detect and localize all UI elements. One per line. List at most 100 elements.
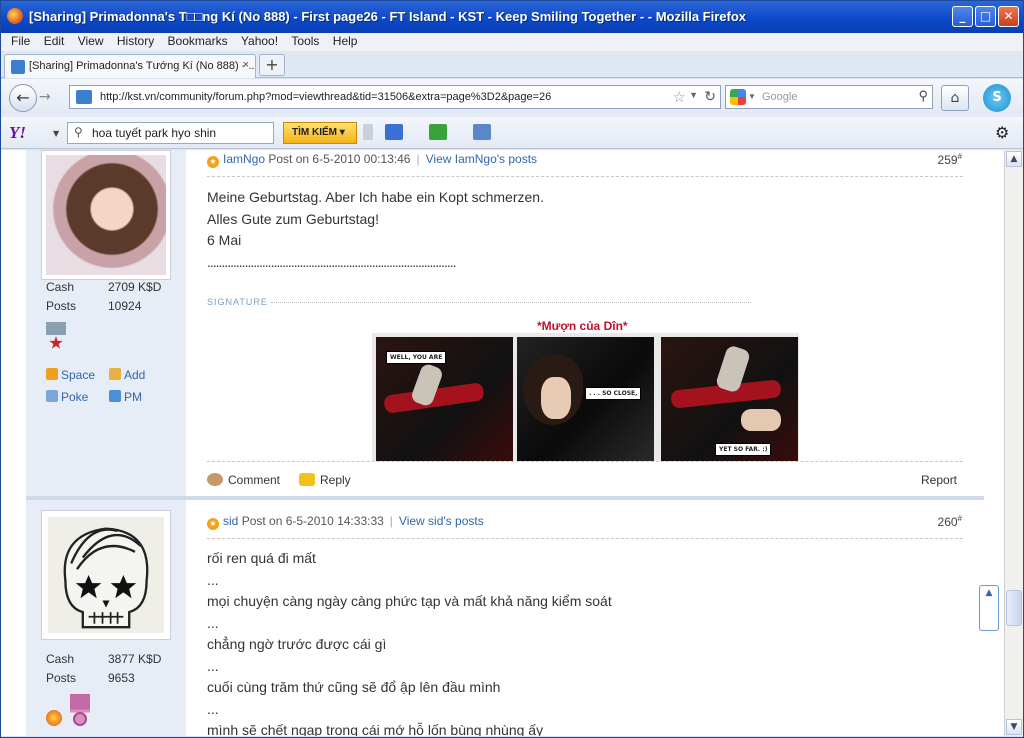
hand-shape bbox=[741, 409, 781, 431]
posts-stat: Posts 10924 bbox=[46, 299, 141, 313]
yahoo-search-input[interactable]: ⚲ hoa tuyết park hyo shin bbox=[67, 122, 274, 144]
search-placeholder: Google bbox=[762, 91, 798, 103]
tab-close-icon[interactable]: × bbox=[243, 59, 249, 71]
menu-view[interactable]: View bbox=[78, 33, 104, 48]
tab-bar: [Sharing] Primadonna's Tướng Kí (No 888)… bbox=[1, 51, 1023, 78]
menu-history[interactable]: History bbox=[117, 33, 154, 48]
close-button[interactable]: ✕ bbox=[998, 6, 1019, 27]
message-line: ... bbox=[207, 657, 219, 674]
menu-tools[interactable]: Tools bbox=[291, 33, 319, 48]
signature-title: *Mượn của Dîn* bbox=[537, 319, 628, 333]
post-number[interactable]: 260# bbox=[938, 514, 962, 529]
avatar[interactable] bbox=[41, 510, 171, 640]
gear-icon[interactable]: ⚙ bbox=[995, 123, 1009, 142]
mail-icon[interactable] bbox=[385, 124, 403, 140]
search-icon[interactable]: ⚲ bbox=[918, 88, 928, 104]
post-message: Meine Geburtstag. Aber Ich habe ein Kopt… bbox=[207, 187, 544, 273]
search-icon: ⚲ bbox=[74, 125, 83, 139]
search-engine-box[interactable]: ▼ Google ⚲ bbox=[725, 85, 933, 109]
author-link[interactable]: sid bbox=[223, 514, 238, 528]
forward-button[interactable]: → bbox=[39, 89, 51, 105]
browser-window: [Sharing] Primadonna's T□□ng Kí (No 888)… bbox=[0, 0, 1024, 738]
scrollbar-thumb[interactable] bbox=[1006, 590, 1022, 626]
pages-icon[interactable] bbox=[473, 124, 491, 140]
comic-panel: WELL, YOU ARE bbox=[376, 337, 513, 461]
avatar[interactable] bbox=[41, 150, 171, 280]
maximize-button[interactable]: □ bbox=[975, 6, 996, 27]
author-link[interactable]: IamNgo bbox=[223, 152, 265, 166]
menu-help[interactable]: Help bbox=[333, 33, 358, 48]
view-posts-link[interactable]: View sid's posts bbox=[399, 514, 484, 528]
skype-icon[interactable]: S bbox=[983, 84, 1011, 112]
window-title: [Sharing] Primadonna's T□□ng Kí (No 888)… bbox=[29, 9, 747, 24]
yahoo-search-button[interactable]: TÌM KIẾM ▾ bbox=[283, 122, 357, 144]
yahoo-dropdown-icon[interactable]: ▼ bbox=[53, 129, 59, 138]
post-number[interactable]: 259# bbox=[938, 152, 962, 167]
yahoo-toolbar: Y! ▼ ⚲ hoa tuyết park hyo shin TÌM KIẾM … bbox=[1, 117, 1023, 149]
url-bar[interactable]: http://kst.vn/community/forum.php?mod=vi… bbox=[69, 85, 721, 109]
tab-label: [Sharing] Primadonna's Tướng Kí (No 888)… bbox=[29, 60, 256, 72]
report-link[interactable]: Report bbox=[921, 473, 957, 487]
cash-value: 2709 K$D bbox=[108, 280, 162, 294]
back-to-top-button[interactable]: ▲ bbox=[979, 585, 999, 631]
menu-bookmarks[interactable]: Bookmarks bbox=[168, 33, 228, 48]
posts-value: 9653 bbox=[108, 671, 135, 685]
medal-icon bbox=[70, 694, 90, 728]
post-header: ★ IamNgo Post on 6-5-2010 00:13:46 | View I… bbox=[207, 152, 537, 168]
medal-icon bbox=[46, 322, 66, 354]
message-line: mọi chuyện càng ngày càng phức tạp và mấ… bbox=[207, 593, 612, 609]
skull-avatar-image bbox=[48, 517, 164, 633]
menu-edit[interactable]: Edit bbox=[44, 33, 65, 48]
reload-icon[interactable]: ↻ bbox=[704, 88, 716, 105]
message-line: ... bbox=[207, 614, 219, 631]
face-shape bbox=[541, 377, 571, 419]
yahoo-search-value: hoa tuyết park hyo shin bbox=[92, 126, 217, 140]
message-line: mình sẽ chết ngạp trong cái mớ hỗ lốn bù… bbox=[207, 722, 544, 736]
message-line: ........................................… bbox=[207, 253, 457, 270]
add-friend-link[interactable]: Add bbox=[109, 368, 145, 382]
cash-value: 3877 K$D bbox=[108, 652, 162, 666]
comic-caption: YET SO FAR. :) bbox=[715, 443, 772, 456]
yahoo-logo[interactable]: Y! bbox=[9, 123, 26, 143]
bookmark-star-icon[interactable]: ☆ bbox=[673, 88, 686, 106]
online-star-icon: ★ bbox=[207, 156, 219, 168]
scroll-up-button[interactable]: ▲ bbox=[1006, 151, 1022, 167]
home-icon bbox=[46, 368, 58, 380]
comment-button[interactable]: Comment bbox=[207, 473, 280, 487]
space-link[interactable]: Space bbox=[46, 368, 95, 382]
sun-badge-icon bbox=[46, 710, 62, 726]
menu-yahoo[interactable]: Yahoo! bbox=[241, 33, 278, 48]
divider bbox=[207, 461, 963, 462]
vertical-scrollbar[interactable]: ▲ ▼ bbox=[1004, 150, 1023, 736]
toolbar-separator-icon bbox=[363, 124, 373, 140]
cash-stat: Cash 3877 K$D bbox=[46, 652, 161, 666]
post-date: Post on 6-5-2010 00:13:46 bbox=[268, 152, 411, 166]
site-favicon-icon bbox=[11, 60, 25, 74]
scroll-down-button[interactable]: ▼ bbox=[1006, 719, 1022, 735]
minimize-button[interactable]: _ bbox=[952, 6, 973, 27]
url-dropdown-icon[interactable]: ▼ bbox=[689, 90, 698, 100]
home-button[interactable]: ⌂ bbox=[941, 85, 969, 111]
google-logo-icon[interactable] bbox=[730, 89, 746, 105]
comic-panel: . . . SO CLOSE, bbox=[517, 337, 654, 461]
avatar-image bbox=[46, 155, 166, 275]
url-text: http://kst.vn/community/forum.php?mod=vi… bbox=[100, 91, 552, 103]
posts-stat: Posts 9653 bbox=[46, 671, 135, 685]
games-icon[interactable] bbox=[429, 124, 447, 140]
signature-label: SIGNATURE bbox=[207, 297, 268, 307]
tab-active[interactable]: [Sharing] Primadonna's Tướng Kí (No 888)… bbox=[4, 54, 256, 78]
poke-link[interactable]: Poke bbox=[46, 390, 88, 404]
poke-icon bbox=[46, 390, 58, 402]
view-posts-link[interactable]: View IamNgo's posts bbox=[426, 152, 537, 166]
post-260-author-panel: Cash 3877 K$D Posts 9653 bbox=[26, 500, 186, 736]
navigation-toolbar: ← → http://kst.vn/community/forum.php?mo… bbox=[1, 79, 1023, 117]
pm-link[interactable]: PM bbox=[109, 390, 142, 404]
page-content: Cash 2709 K$D Posts 10924 Space Add Poke… bbox=[1, 150, 1004, 736]
back-button[interactable]: ← bbox=[9, 84, 37, 112]
reply-button[interactable]: Reply bbox=[299, 473, 351, 487]
search-engine-dropdown-icon[interactable]: ▼ bbox=[748, 92, 756, 101]
new-tab-button[interactable]: + bbox=[259, 54, 285, 76]
cash-label: Cash bbox=[46, 652, 75, 666]
post-date: Post on 6-5-2010 14:33:33 bbox=[241, 514, 384, 528]
menu-file[interactable]: File bbox=[11, 33, 30, 48]
